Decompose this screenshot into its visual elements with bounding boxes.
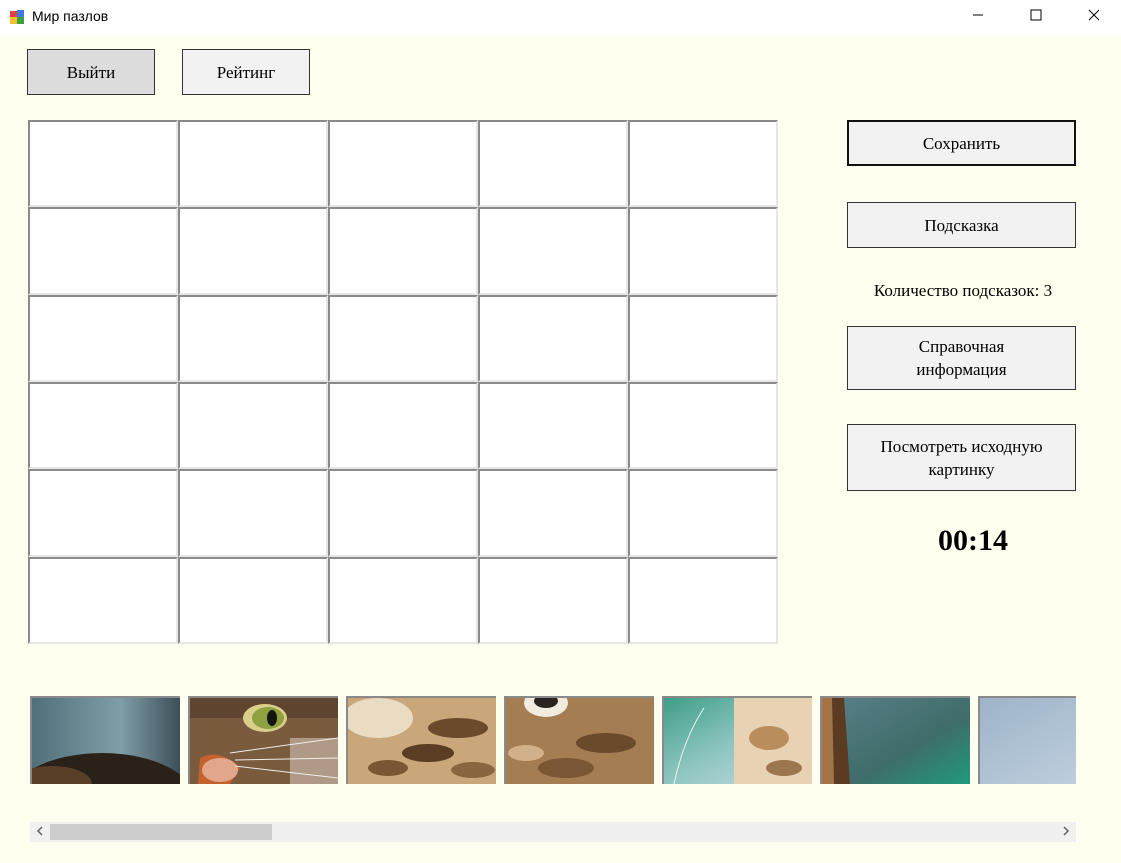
board-cell[interactable] [478,294,628,382]
hint-count-label: Количество подсказок: 3 [873,281,1053,300]
board-cell[interactable] [178,556,328,644]
board-cell[interactable] [478,120,628,208]
rating-button[interactable]: Рейтинг [182,49,310,95]
save-button[interactable]: Сохранить [847,120,1076,166]
help-info-label-line2: информация [916,360,1007,379]
title-bar: Мир пазлов [0,0,1121,36]
board-cell[interactable] [328,381,478,470]
pieces-scrollbar[interactable] [30,822,1076,842]
board-cell[interactable] [628,556,778,644]
board-cell[interactable] [628,381,778,470]
scroll-right-button[interactable] [1056,822,1076,842]
board-cell[interactable] [328,469,478,557]
close-icon [1088,8,1100,26]
board-cell[interactable] [628,294,778,382]
view-original-label-line1: Посмотреть исходную [880,436,1043,456]
window-title: Мир пазлов [32,8,109,24]
puzzle-piece-4[interactable] [504,696,654,784]
board-cell[interactable] [628,469,778,557]
puzzle-piece-7[interactable] [978,696,1076,784]
board-cell[interactable] [28,294,178,382]
board-cell[interactable] [478,556,628,644]
puzzle-piece-6[interactable] [820,696,970,784]
board-cell[interactable] [28,381,178,470]
board-cell[interactable] [178,469,328,557]
board-cell[interactable] [328,120,478,208]
board-cell[interactable] [478,381,628,470]
board-cell[interactable] [28,556,178,644]
help-info-label-line1: Справочная [918,337,1005,356]
puzzle-piece-1[interactable] [30,696,180,784]
close-button[interactable] [1071,0,1117,34]
board-cell[interactable] [178,120,328,208]
board-cell[interactable] [178,207,328,295]
puzzle-piece-3[interactable] [346,696,496,784]
board-cell[interactable] [28,207,178,295]
maximize-icon [1030,8,1042,26]
timer: 00:14 [938,524,1008,557]
app-icon [9,9,25,25]
board-cell[interactable] [628,120,778,208]
scroll-left-button[interactable] [30,822,50,842]
board-cell[interactable] [178,294,328,382]
board-cell[interactable] [478,469,628,557]
board-cell[interactable] [28,120,178,208]
view-original-label-line2: картинку [928,459,995,479]
hint-button[interactable]: Подсказка [847,202,1076,248]
board-cell[interactable] [178,381,328,470]
view-original-button[interactable]: Посмотреть исходную картинку [847,424,1076,491]
board-cell[interactable] [328,556,478,644]
pieces-strip [30,696,1076,784]
board-cell[interactable] [478,207,628,295]
minimize-button[interactable] [955,0,1001,34]
board-cell[interactable] [628,207,778,295]
puzzle-board [28,120,778,644]
puzzle-piece-5[interactable] [662,696,812,784]
exit-button[interactable]: Выйти [27,49,155,95]
puzzle-piece-2[interactable] [188,696,338,784]
chevron-left-icon [36,823,44,841]
help-info-button[interactable]: Справочная информация [847,326,1076,390]
chevron-right-icon [1062,823,1070,841]
minimize-icon [972,8,984,26]
board-cell[interactable] [328,207,478,295]
maximize-button[interactable] [1013,0,1059,34]
board-cell[interactable] [328,294,478,382]
board-cell[interactable] [28,469,178,557]
scrollbar-thumb[interactable] [50,824,272,840]
